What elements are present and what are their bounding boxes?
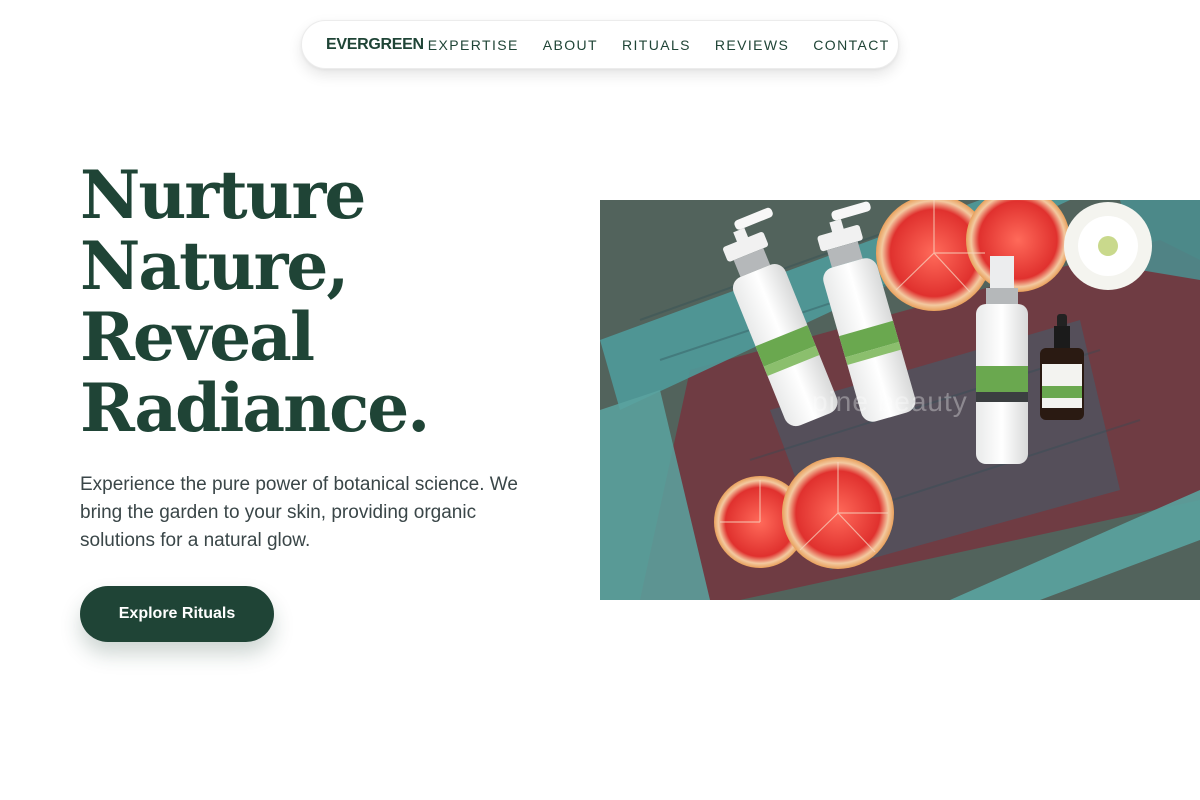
hero-title-line: Reveal <box>80 298 315 376</box>
hero-title-line: Radiance. <box>80 369 430 447</box>
hero-product-image: pine beauty <box>600 200 1200 600</box>
image-watermark: pine beauty <box>812 386 968 417</box>
nav-link-rituals[interactable]: RITUALS <box>622 37 691 53</box>
brand-logo[interactable]: EVERGREEN <box>326 36 424 54</box>
nav-link-contact[interactable]: CONTACT <box>813 37 889 53</box>
nav-link-about[interactable]: ABOUT <box>543 37 598 53</box>
top-navigation: EVERGREEN EXPERTISE ABOUT RITUALS REVIEW… <box>301 20 899 69</box>
hero-title-line: Nurture <box>80 156 366 234</box>
hero-title: Nurture Nature, Reveal Radiance. <box>80 160 560 444</box>
explore-rituals-button[interactable]: Explore Rituals <box>80 586 274 642</box>
hero-description: Experience the pure power of botanical s… <box>80 474 518 551</box>
nav-link-expertise[interactable]: EXPERTISE <box>428 37 519 53</box>
hero-title-line: Nature, <box>80 227 349 305</box>
flower <box>1064 202 1152 290</box>
nav-link-reviews[interactable]: REVIEWS <box>715 37 789 53</box>
